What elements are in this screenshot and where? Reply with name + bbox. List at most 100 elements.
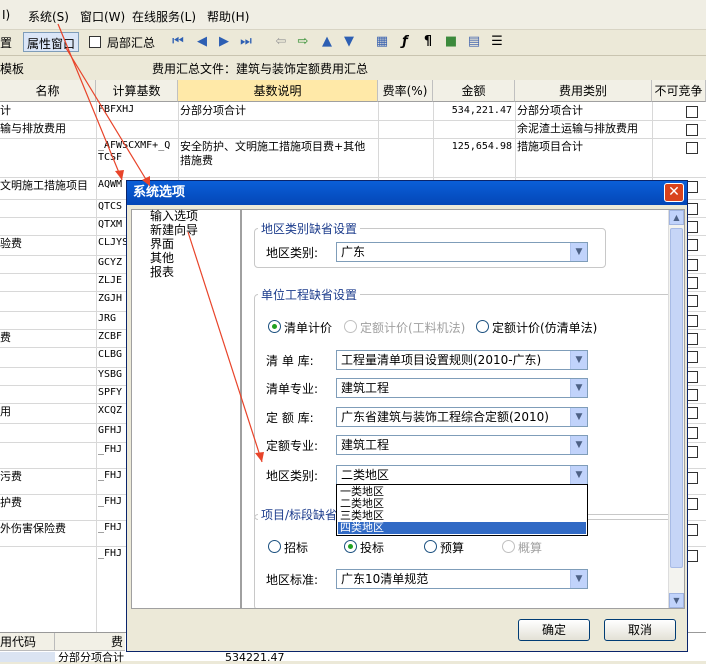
quota-labor-radio[interactable] xyxy=(344,320,357,333)
scrollbar-thumb[interactable] xyxy=(670,228,683,568)
grid-row-line xyxy=(0,177,706,178)
move-right-icon[interactable]: ⇨ xyxy=(295,34,311,50)
standard-label: 地区标准: xyxy=(266,573,319,587)
grid-cell-name[interactable]: 污费 xyxy=(0,470,94,484)
bill-pricing-label: 清单计价 xyxy=(284,321,333,335)
options-panel: 地区类别缺省设置 地区类别: 广东 ▼ 单位工程缺省设置 清单计价 定额计价(工料… xyxy=(241,209,685,609)
budget-radio[interactable] xyxy=(424,540,437,553)
cube-icon[interactable]: ■ xyxy=(443,34,459,50)
noncompetitive-checkbox[interactable] xyxy=(686,142,698,154)
menu-item-online-service[interactable]: 在线服务(L) xyxy=(132,8,196,25)
grid-col-line xyxy=(96,102,97,635)
grid-cell-base[interactable]: FBFXHJ xyxy=(98,104,176,116)
first-record-icon[interactable]: ⏮ xyxy=(170,34,186,50)
grid-cell-name[interactable]: 文明施工措施项目 xyxy=(0,179,94,193)
formula-icon[interactable]: ƒ xyxy=(397,34,413,50)
chevron-down-icon[interactable]: ▼ xyxy=(570,408,587,426)
chevron-down-icon[interactable]: ▼ xyxy=(570,436,587,454)
panel-scrollbar[interactable]: ▲ ▼ xyxy=(668,210,684,608)
grid-cell-desc[interactable]: 安全防护、文明施工措施项目费+其他措施费 xyxy=(180,140,376,168)
bottom-col-header-code[interactable]: 用代码 xyxy=(0,633,55,651)
grid-cell-name[interactable]: 计 xyxy=(0,104,94,118)
template-label[interactable]: 模板 xyxy=(0,60,24,77)
fee-summary-file-label: 费用汇总文件：建筑与装饰定额费用汇总 xyxy=(152,62,369,76)
paragraph-icon[interactable]: ¶ xyxy=(420,34,436,50)
grid-cell-amount[interactable]: 125,654.98 xyxy=(435,140,512,154)
toolbar: 置 属性窗口 局部汇总 ⏮ ◀ ▶ ⏭ ⇦ ⇨ ▲ ▼ ▦ ƒ ¶ ■ ▤ ☰ xyxy=(0,30,706,56)
chevron-down-icon[interactable]: ▼ xyxy=(570,243,587,261)
quota-spec-select[interactable]: 建筑工程 ▼ xyxy=(336,435,588,455)
grid-cell-base[interactable]: _AFWSCXMF+_Q TCSF xyxy=(98,140,176,164)
scroll-up-icon[interactable]: ▲ xyxy=(669,210,684,225)
grid-cell-name[interactable]: 用 xyxy=(0,405,94,419)
standard-select-value: 广东10清单规范 xyxy=(341,572,429,586)
bill-pricing-radio[interactable] xyxy=(268,320,281,333)
grid-cell-name[interactable]: 护费 xyxy=(0,496,94,510)
move-left-icon[interactable]: ⇦ xyxy=(273,34,289,50)
nav-item-input-options[interactable]: 输入选项 xyxy=(150,210,198,223)
bill-spec-select[interactable]: 建筑工程 ▼ xyxy=(336,378,588,398)
grid-cell-name[interactable]: 输与排放费用 xyxy=(0,122,94,136)
grid-cell-name[interactable]: 验费 xyxy=(0,237,94,251)
grid-cell-name[interactable]: 外伤害保险费 xyxy=(0,522,94,536)
menu-item-system[interactable]: 系统(S) xyxy=(28,8,69,25)
region-select[interactable]: 广东 ▼ xyxy=(336,242,588,262)
bottom-row-text: 分部分项合计 xyxy=(58,651,124,664)
info-bar: 模板 费用汇总文件：建筑与装饰定额费用汇总 xyxy=(0,56,706,80)
calculator-icon[interactable]: ▦ xyxy=(374,34,390,50)
grid-cell-amount[interactable]: 534,221.47 xyxy=(435,104,512,118)
last-record-icon[interactable]: ⏭ xyxy=(238,34,254,50)
nav-item-reports[interactable]: 报表 xyxy=(150,266,174,279)
move-up-icon[interactable]: ▲ xyxy=(319,34,335,50)
grid-cell-category[interactable]: 分部分项合计 xyxy=(517,104,650,118)
menu-item-partial[interactable]: I) xyxy=(2,8,10,22)
grid-cell-category[interactable]: 措施项目合计 xyxy=(517,140,650,154)
menu-item-window[interactable]: 窗口(W) xyxy=(80,8,125,25)
ok-button[interactable]: 确定 xyxy=(518,619,590,641)
nav-item-other[interactable]: 其他 xyxy=(150,252,174,265)
next-record-icon[interactable]: ▶ xyxy=(216,34,232,50)
close-icon[interactable]: ✕ xyxy=(664,183,684,202)
grid-cell-category[interactable]: 余泥渣土运输与排放费用 xyxy=(517,122,650,136)
scroll-down-icon[interactable]: ▼ xyxy=(669,593,684,608)
menu-item-help[interactable]: 帮助(H) xyxy=(207,8,249,25)
col-header-base[interactable]: 计算基数 xyxy=(96,80,178,102)
chevron-down-icon[interactable]: ▼ xyxy=(570,466,587,484)
col-header-base-desc[interactable]: 基数说明 xyxy=(178,80,378,102)
col-header-rate[interactable]: 费率(%) xyxy=(378,80,433,102)
grid-cell-name[interactable]: 费 xyxy=(0,331,94,345)
noncompetitive-checkbox[interactable] xyxy=(686,106,698,118)
tender-radio[interactable] xyxy=(268,540,281,553)
area-select[interactable]: 二类地区 ▼ xyxy=(336,465,588,485)
estimate-radio[interactable] xyxy=(502,540,515,553)
grid-cell-desc[interactable]: 分部分项合计 xyxy=(180,104,376,118)
standard-select[interactable]: 广东10清单规范 ▼ xyxy=(336,569,588,589)
quota-bill-radio[interactable] xyxy=(476,320,489,333)
move-down-icon[interactable]: ▼ xyxy=(341,34,357,50)
bottom-col-header-fee[interactable]: 费 xyxy=(55,633,125,651)
quota-bill-label: 定额计价(仿清单法) xyxy=(492,321,598,335)
col-header-category[interactable]: 费用类别 xyxy=(515,80,652,102)
col-header-name[interactable]: 名称 xyxy=(0,80,96,102)
bill-lib-label: 清 单 库: xyxy=(266,354,314,368)
list-icon[interactable]: ☰ xyxy=(489,34,505,50)
nav-item-interface[interactable]: 界面 xyxy=(150,238,174,251)
cancel-button[interactable]: 取消 xyxy=(604,619,676,641)
noncompetitive-checkbox[interactable] xyxy=(686,124,698,136)
area-option-selected[interactable]: 四类地区 xyxy=(338,522,586,534)
col-header-noncompetitive[interactable]: 不可竞争 xyxy=(652,80,706,102)
previous-record-icon[interactable]: ◀ xyxy=(194,34,210,50)
chevron-down-icon[interactable]: ▼ xyxy=(570,570,587,588)
chevron-down-icon[interactable]: ▼ xyxy=(570,351,587,369)
report-icon[interactable]: ▤ xyxy=(466,34,482,50)
bill-lib-select[interactable]: 工程量清单项目设置规则(2010-广东) ▼ xyxy=(336,350,588,370)
dialog-title-bar[interactable]: 系统选项 ✕ xyxy=(127,181,687,205)
quota-lib-select[interactable]: 广东省建筑与装饰工程综合定额(2010) ▼ xyxy=(336,407,588,427)
nav-item-new-wizard[interactable]: 新建向导 xyxy=(150,224,198,237)
property-window-button[interactable]: 属性窗口 xyxy=(23,32,80,52)
partial-summary-checkbox[interactable] xyxy=(89,36,101,48)
chevron-down-icon[interactable]: ▼ xyxy=(570,379,587,397)
quota-lib-value: 广东省建筑与装饰工程综合定额(2010) xyxy=(341,410,549,424)
col-header-amount[interactable]: 金额 xyxy=(433,80,515,102)
bid-radio[interactable] xyxy=(344,540,357,553)
